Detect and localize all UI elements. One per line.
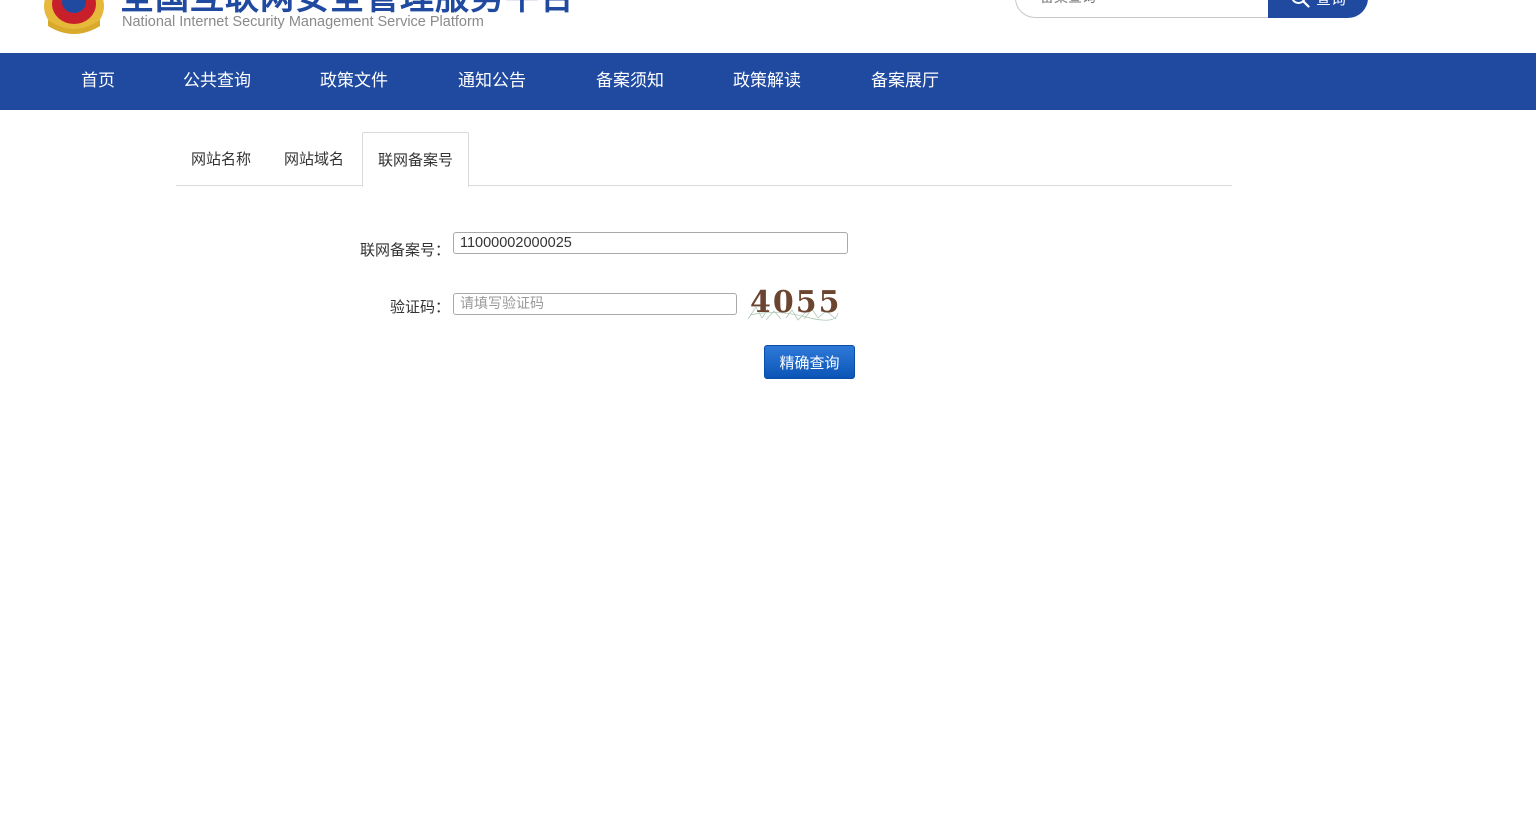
nav-item-filing-notes[interactable]: 备案须知 bbox=[596, 53, 664, 110]
nav-item-policy-interpretation[interactable]: 政策解读 bbox=[733, 53, 801, 110]
record-number-label: 联网备案号： bbox=[359, 241, 450, 259]
tab-website-domain[interactable]: 网站域名 bbox=[269, 132, 359, 186]
search-icon bbox=[1291, 0, 1310, 8]
nav-item-notices[interactable]: 通知公告 bbox=[458, 53, 526, 110]
nav-item-policy-documents[interactable]: 政策文件 bbox=[320, 53, 388, 110]
record-search-input[interactable] bbox=[1015, 0, 1277, 18]
nav-item-public-query[interactable]: 公共查询 bbox=[183, 53, 251, 110]
search-button-label: 查询 bbox=[1316, 0, 1346, 9]
captcha-label: 验证码： bbox=[389, 298, 450, 316]
nav-item-filing-hall[interactable]: 备案展厅 bbox=[871, 53, 939, 110]
query-type-tabs: 网站名称 网站域名 联网备案号 bbox=[176, 132, 1232, 187]
police-emblem-icon bbox=[44, 0, 104, 34]
search-button[interactable]: 查询 bbox=[1268, 0, 1368, 18]
tab-record-number[interactable]: 联网备案号 bbox=[362, 132, 469, 187]
tab-website-name[interactable]: 网站名称 bbox=[176, 132, 266, 186]
captcha-image[interactable]: 4055 bbox=[746, 285, 840, 321]
exact-query-button[interactable]: 精确查询 bbox=[764, 345, 855, 379]
captcha-input[interactable] bbox=[453, 293, 737, 315]
site-header: 全国互联网安全管理服务平台 National Internet Security… bbox=[0, 0, 1536, 53]
main-nav: 首页 公共查询 政策文件 通知公告 备案须知 政策解读 备案展厅 bbox=[0, 53, 1536, 110]
nav-item-home[interactable]: 首页 bbox=[81, 53, 115, 110]
captcha-code: 4055 bbox=[750, 285, 840, 320]
site-subtitle: National Internet Security Management Se… bbox=[122, 14, 484, 30]
record-number-input[interactable] bbox=[453, 232, 848, 254]
